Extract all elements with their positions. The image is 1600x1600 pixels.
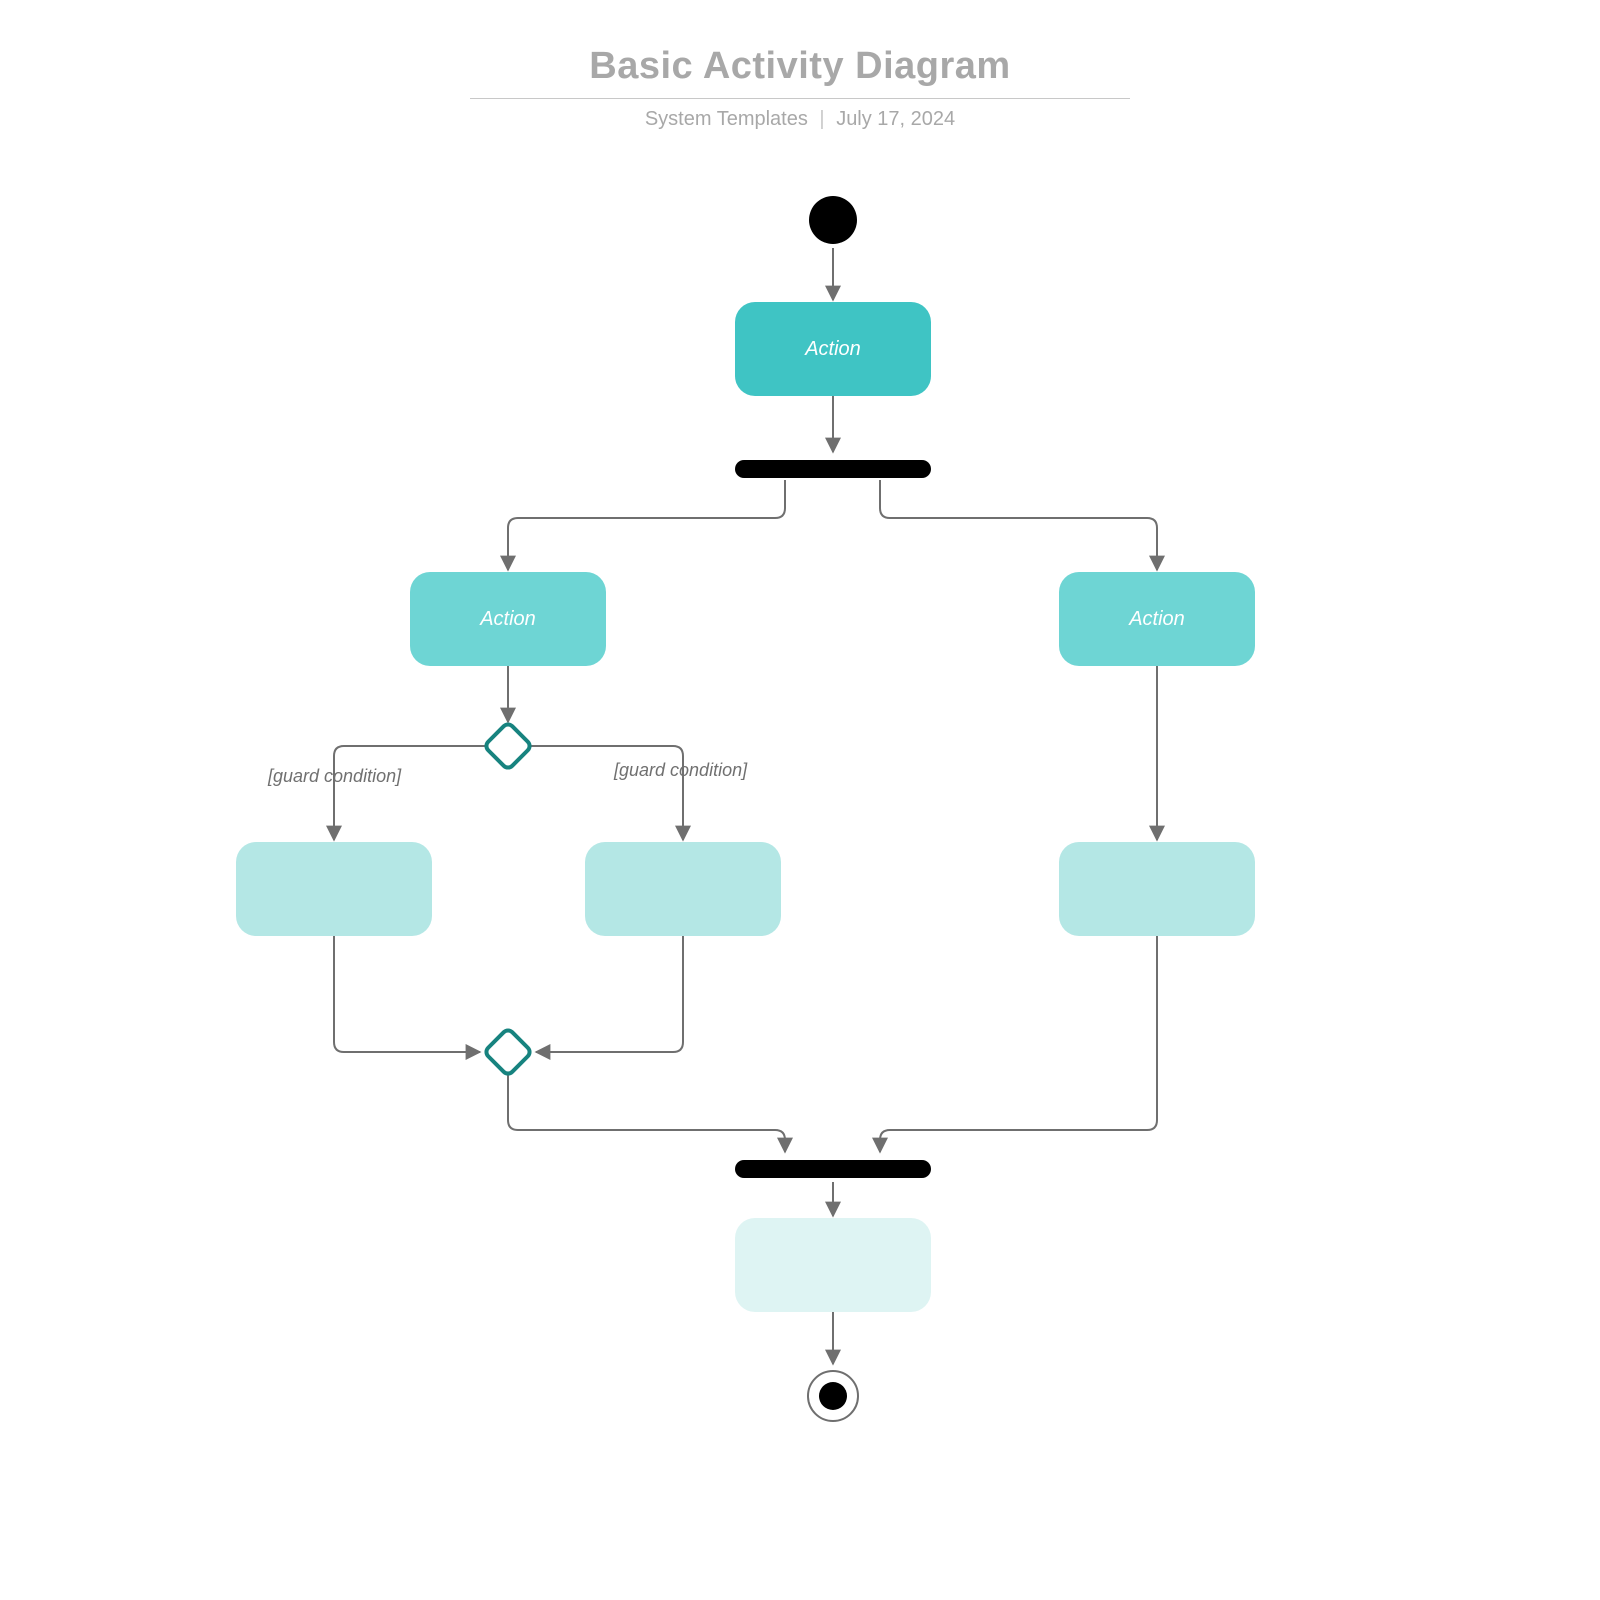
subtitle-separator: |: [819, 108, 824, 130]
start-node: [809, 196, 857, 244]
action-left: Action: [410, 572, 606, 666]
action-right-label: Action: [1129, 608, 1185, 631]
action-light-2: [585, 842, 781, 936]
subtitle-right: July 17, 2024: [836, 108, 955, 130]
guard-left: [guard condition]: [268, 766, 401, 787]
action-pale: [735, 1218, 931, 1312]
decision-merge: [481, 1025, 535, 1079]
action-left-label: Action: [480, 608, 536, 631]
end-node: [807, 1370, 859, 1422]
action-light-3: [1059, 842, 1255, 936]
subtitle-left: System Templates: [645, 108, 808, 130]
diagram-canvas: Basic Activity Diagram System Templates …: [0, 0, 1600, 1600]
fork-bar: [735, 460, 931, 478]
diagram-title: Basic Activity Diagram: [589, 45, 1010, 88]
action-top: Action: [735, 302, 931, 396]
action-top-label: Action: [805, 338, 861, 361]
title-underline: [470, 98, 1130, 99]
diagram-subtitle: System Templates | July 17, 2024: [645, 108, 955, 131]
arrows-layer: [0, 0, 1600, 1600]
join-bar: [735, 1160, 931, 1178]
decision-split: [481, 719, 535, 773]
action-light-1: [236, 842, 432, 936]
end-node-inner: [819, 1382, 847, 1410]
guard-right: [guard condition]: [614, 760, 747, 781]
action-right: Action: [1059, 572, 1255, 666]
